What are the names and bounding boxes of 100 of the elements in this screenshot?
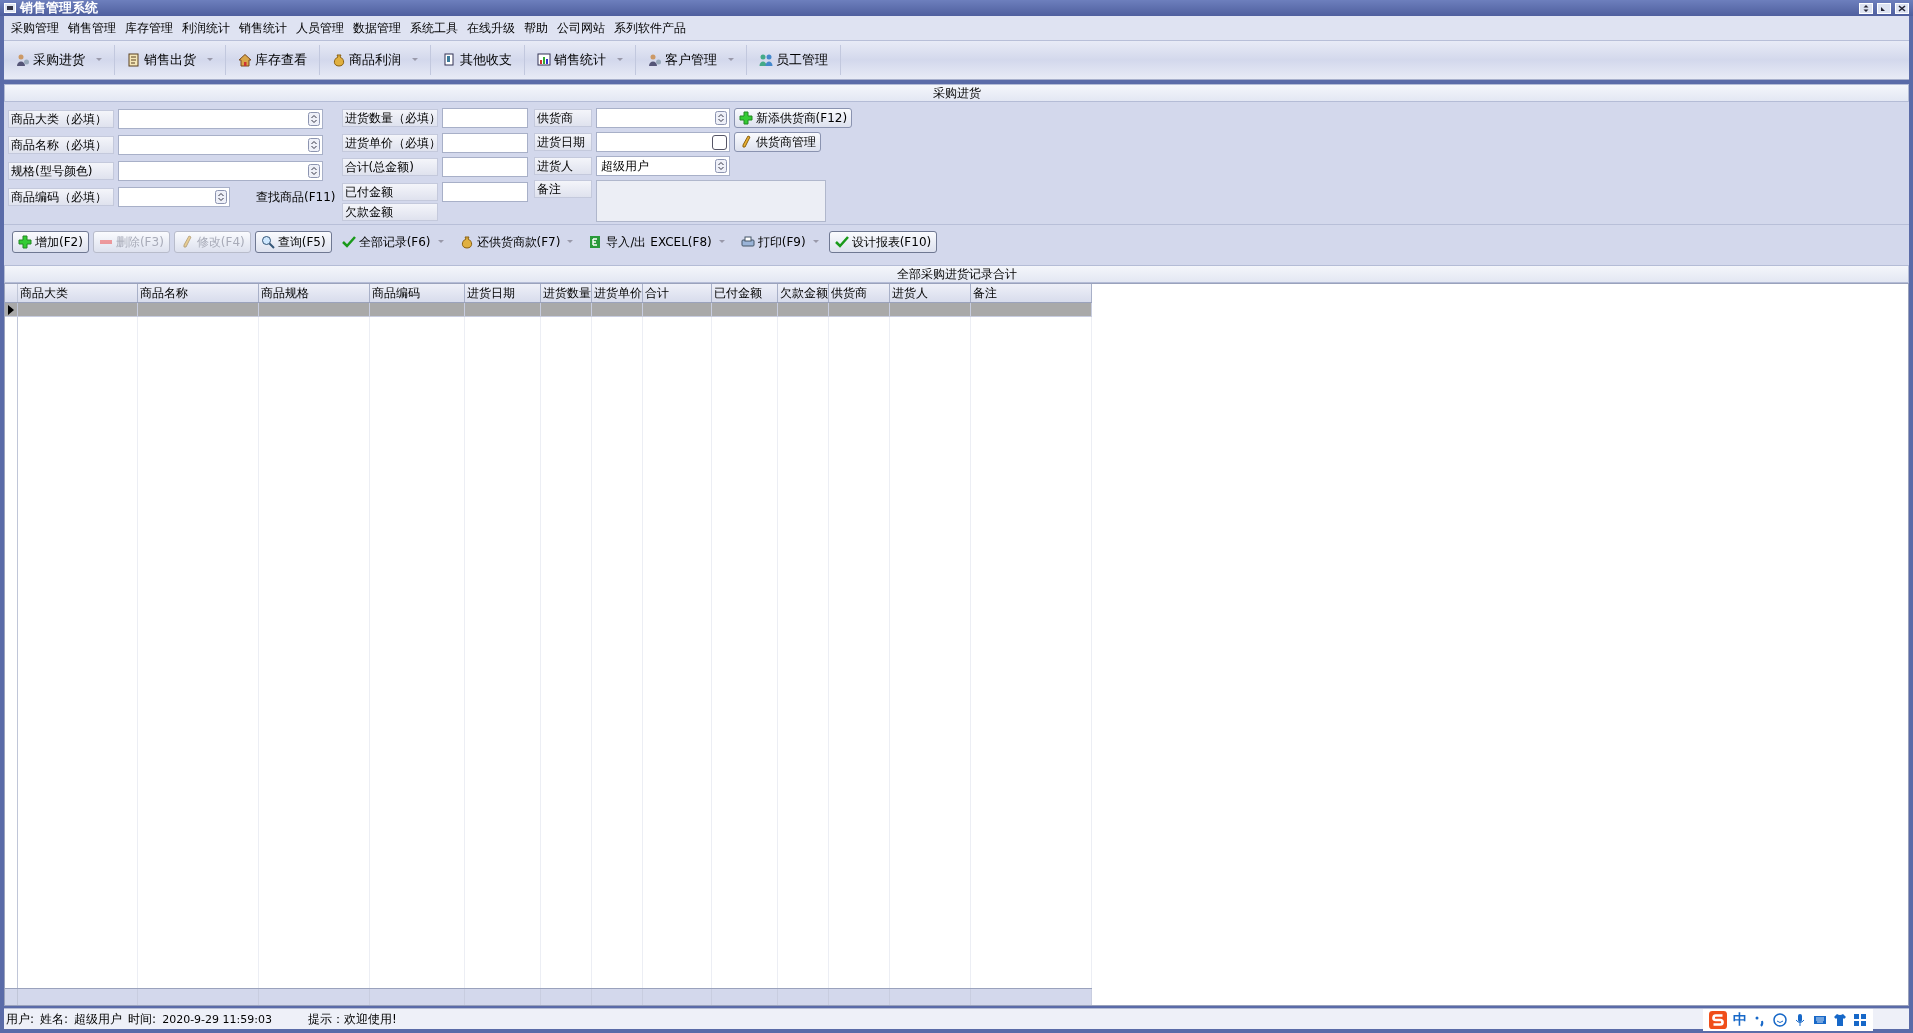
column-header[interactable]: 供货商 bbox=[829, 284, 890, 302]
window-title: 销售管理系统 bbox=[20, 0, 98, 17]
status-text: 时间: bbox=[128, 1010, 157, 1028]
status-text: 用户: bbox=[6, 1010, 35, 1028]
field-label: 进货日期 bbox=[533, 133, 592, 151]
smiley-icon[interactable] bbox=[1773, 1013, 1787, 1027]
toolbar-button[interactable]: 库存查看 bbox=[234, 49, 311, 71]
menu-item[interactable]: 公司网站 bbox=[554, 19, 611, 37]
dropdown-arrow-icon[interactable] bbox=[308, 112, 320, 126]
field-label: 已付金额 bbox=[341, 182, 438, 201]
combo-box[interactable] bbox=[118, 109, 323, 129]
menu-item[interactable]: 帮助 bbox=[521, 19, 554, 37]
column-header[interactable]: 欠款金额 bbox=[778, 284, 829, 302]
combo-box[interactable] bbox=[118, 187, 230, 207]
house-icon bbox=[238, 53, 252, 67]
toolbar-button[interactable]: 商品利润 bbox=[328, 49, 422, 71]
action-button[interactable]: 全部记录(F6) bbox=[335, 231, 450, 253]
minimize-icon[interactable] bbox=[1877, 2, 1891, 14]
microphone-icon[interactable] bbox=[1793, 1013, 1807, 1027]
people-icon bbox=[16, 53, 30, 67]
printer-icon bbox=[740, 235, 755, 249]
field-label: 合计(总金额) bbox=[341, 158, 438, 177]
date-field[interactable] bbox=[595, 132, 730, 152]
dropdown-arrow-icon bbox=[567, 240, 574, 244]
dropdown-arrow-icon bbox=[728, 58, 734, 62]
checkbox[interactable] bbox=[711, 134, 727, 150]
column-header[interactable]: 备注 bbox=[971, 284, 1092, 302]
grid-title: 全部采购进货记录合计 bbox=[896, 265, 1017, 283]
toolbar-button[interactable]: 销售统计 bbox=[533, 49, 627, 71]
menu-item[interactable]: 人员管理 bbox=[293, 19, 350, 37]
menu-item[interactable]: 销售管理 bbox=[65, 19, 122, 37]
column-header[interactable]: 商品名称 bbox=[138, 284, 259, 302]
moneybag-icon bbox=[332, 53, 346, 67]
keyboard-icon[interactable] bbox=[1813, 1013, 1827, 1027]
toolbar-button[interactable]: 客户管理 bbox=[644, 49, 738, 71]
menu-item[interactable]: 采购管理 bbox=[8, 19, 65, 37]
combo-box[interactable] bbox=[595, 108, 730, 128]
status-text: 超级用户 bbox=[74, 1010, 123, 1028]
input-field[interactable] bbox=[441, 132, 528, 153]
supplier-button[interactable]: 供货商管理 bbox=[733, 132, 821, 152]
grid-icon[interactable] bbox=[1853, 1013, 1867, 1027]
notes-field[interactable] bbox=[595, 180, 826, 222]
language-toggle[interactable]: 中 bbox=[1733, 1011, 1747, 1029]
plus-icon bbox=[18, 235, 32, 249]
menu-item[interactable]: 数据管理 bbox=[350, 19, 407, 37]
column-header[interactable]: 商品编码 bbox=[370, 284, 465, 302]
row-pointer-icon bbox=[8, 304, 14, 315]
column-header[interactable]: 商品大类 bbox=[18, 284, 138, 302]
search-icon bbox=[260, 235, 275, 249]
dropdown-arrow-icon[interactable] bbox=[215, 190, 227, 204]
dropdown-arrow-icon[interactable] bbox=[308, 138, 320, 152]
input-field[interactable] bbox=[441, 108, 528, 129]
column-header[interactable]: 进货单价 bbox=[592, 284, 643, 302]
column-header[interactable]: 进货日期 bbox=[465, 284, 541, 302]
dropdown-arrow-icon[interactable] bbox=[714, 111, 727, 125]
input-field[interactable] bbox=[441, 157, 528, 178]
toolbar-button[interactable]: 员工管理 bbox=[755, 49, 832, 71]
field-label: 备注 bbox=[533, 180, 592, 198]
column-header[interactable]: 进货人 bbox=[890, 284, 971, 302]
restore-icon[interactable] bbox=[1859, 2, 1873, 14]
menu-item[interactable]: 库存管理 bbox=[122, 19, 179, 37]
action-button[interactable]: 导入/出 EXCEL(F8) bbox=[583, 231, 731, 253]
menu-item[interactable]: 销售统计 bbox=[236, 19, 293, 37]
toolbar-button[interactable]: 销售出货 bbox=[123, 49, 217, 71]
menu-item[interactable]: 利润统计 bbox=[179, 19, 236, 37]
toolbar-button[interactable]: 其他收支 bbox=[439, 49, 516, 71]
panel-title: 采购进货 bbox=[932, 84, 981, 102]
action-button[interactable]: 查询(F5) bbox=[254, 231, 332, 253]
action-button[interactable]: 设计报表(F10) bbox=[828, 231, 938, 253]
action-button[interactable]: 还供货商款(F7) bbox=[453, 231, 580, 253]
dropdown-arrow-icon[interactable] bbox=[714, 159, 727, 173]
supplier-button[interactable]: 新添供货商(F12) bbox=[733, 108, 853, 128]
action-button[interactable]: 增加(F2) bbox=[12, 231, 89, 253]
dropdown-arrow-icon bbox=[437, 240, 444, 244]
search-label: 查找商品(F11) bbox=[256, 188, 336, 206]
people-icon bbox=[759, 53, 773, 67]
column-header[interactable]: 商品规格 bbox=[259, 284, 370, 302]
dropdown-arrow-icon[interactable] bbox=[308, 164, 320, 178]
column-header[interactable]: 合计 bbox=[643, 284, 712, 302]
field-label: 进货数量（必填） bbox=[341, 109, 438, 128]
shirt-icon[interactable] bbox=[1833, 1013, 1847, 1027]
combo-box[interactable] bbox=[118, 135, 323, 155]
menu-item[interactable]: 系统工具 bbox=[407, 19, 464, 37]
combo-box[interactable] bbox=[118, 161, 323, 181]
menu-item[interactable]: 系列软件产品 bbox=[611, 19, 692, 37]
toolbar-button[interactable]: 采购进货 bbox=[12, 49, 106, 71]
check-icon bbox=[834, 235, 849, 249]
column-header[interactable]: 已付金额 bbox=[712, 284, 778, 302]
input-field[interactable] bbox=[441, 181, 528, 202]
close-icon[interactable] bbox=[1895, 2, 1909, 14]
dropdown-arrow-icon bbox=[812, 240, 819, 244]
dropdown-arrow-icon bbox=[617, 58, 623, 62]
column-header[interactable]: 进货数量 bbox=[541, 284, 592, 302]
document-icon bbox=[443, 53, 457, 67]
menu-item[interactable]: 在线升级 bbox=[464, 19, 521, 37]
field-label: 欠款金额 bbox=[341, 203, 438, 221]
window-icon bbox=[4, 3, 16, 13]
combo-box[interactable]: 超级用户 bbox=[595, 156, 730, 176]
dropdown-arrow-icon bbox=[412, 58, 418, 62]
action-button[interactable]: 打印(F9) bbox=[734, 231, 825, 253]
